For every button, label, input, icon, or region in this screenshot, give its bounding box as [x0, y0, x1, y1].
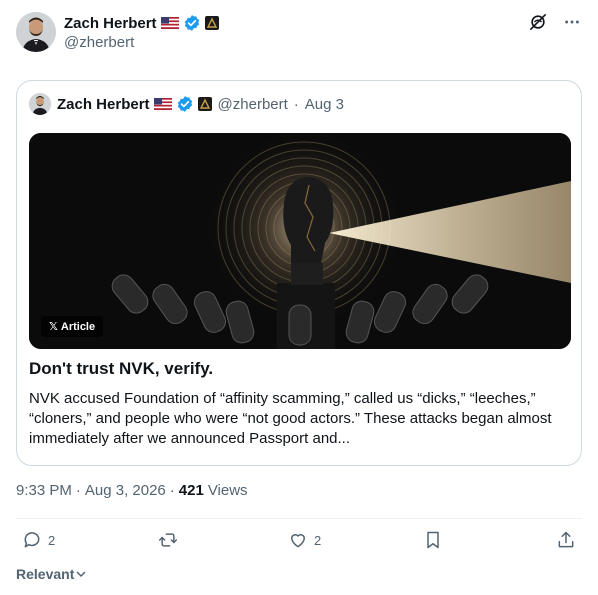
- views-count: 421: [178, 482, 204, 499]
- meta-separator: ·: [293, 95, 299, 113]
- author-name[interactable]: Zach Herbert: [64, 15, 157, 32]
- repost-button[interactable]: [158, 530, 184, 550]
- views-label: Views: [207, 482, 248, 499]
- reply-count: 2: [48, 532, 56, 548]
- sort-label: Relevant: [16, 566, 75, 582]
- verified-badge-icon[interactable]: [183, 14, 201, 32]
- meta-separator: ·: [169, 482, 175, 499]
- verified-badge-icon: [177, 96, 192, 112]
- quoted-post-card[interactable]: Zach Herbert @zherbert · Aug 3 𝕏 Article…: [16, 80, 582, 466]
- meta-separator: ·: [75, 482, 81, 499]
- quoted-author-name: Zach Herbert: [57, 95, 150, 113]
- article-tag-label: Article: [60, 320, 96, 333]
- grok-icon[interactable]: [528, 12, 548, 32]
- chevron-down-icon: [76, 571, 86, 578]
- share-icon: [558, 531, 574, 548]
- top-actions: [528, 12, 582, 32]
- post-meta: 9:33 PM · Aug 3, 2026 · 421 Views: [16, 482, 248, 499]
- action-bar: 2 2: [16, 530, 582, 558]
- reply-button[interactable]: 2: [22, 530, 55, 550]
- affiliation-badge-icon: [197, 97, 212, 111]
- article-tag: 𝕏 Article: [41, 316, 104, 337]
- us-flag-icon: [153, 98, 172, 110]
- quoted-author-avatar: [29, 93, 51, 115]
- repost-icon: [158, 533, 178, 547]
- author-handle[interactable]: @zherbert: [64, 34, 134, 51]
- quoted-post-header: Zach Herbert @zherbert · Aug 3: [29, 93, 344, 115]
- author-avatar[interactable]: [16, 12, 56, 52]
- like-count: 2: [314, 532, 322, 548]
- article-cover-illustration: [29, 133, 571, 349]
- x-logo-icon: 𝕏: [49, 321, 58, 333]
- article-title: Don't trust NVK, verify.: [29, 359, 214, 378]
- bookmark-button[interactable]: [423, 530, 443, 550]
- bookmark-icon: [427, 531, 439, 549]
- affiliation-badge-icon[interactable]: [204, 16, 219, 30]
- share-button[interactable]: [556, 530, 576, 550]
- quoted-author-handle: @zherbert: [217, 95, 288, 113]
- article-excerpt: NVK accused Foundation of “affinity scam…: [29, 390, 552, 447]
- post-time[interactable]: 9:33 PM: [16, 482, 72, 499]
- article-cover-image[interactable]: 𝕏 Article: [29, 133, 571, 349]
- quoted-post-date: Aug 3: [304, 95, 344, 113]
- post-date[interactable]: Aug 3, 2026: [85, 482, 166, 499]
- like-button[interactable]: 2: [288, 530, 321, 550]
- more-icon[interactable]: [562, 12, 582, 32]
- heart-icon: [291, 534, 305, 548]
- author-name-row: Zach Herbert: [64, 14, 219, 32]
- post-header: Zach Herbert @zherbert: [16, 12, 582, 56]
- us-flag-icon: [160, 17, 179, 29]
- reply-icon: [24, 532, 40, 548]
- divider: [16, 518, 582, 519]
- sort-dropdown[interactable]: Relevant: [16, 566, 87, 582]
